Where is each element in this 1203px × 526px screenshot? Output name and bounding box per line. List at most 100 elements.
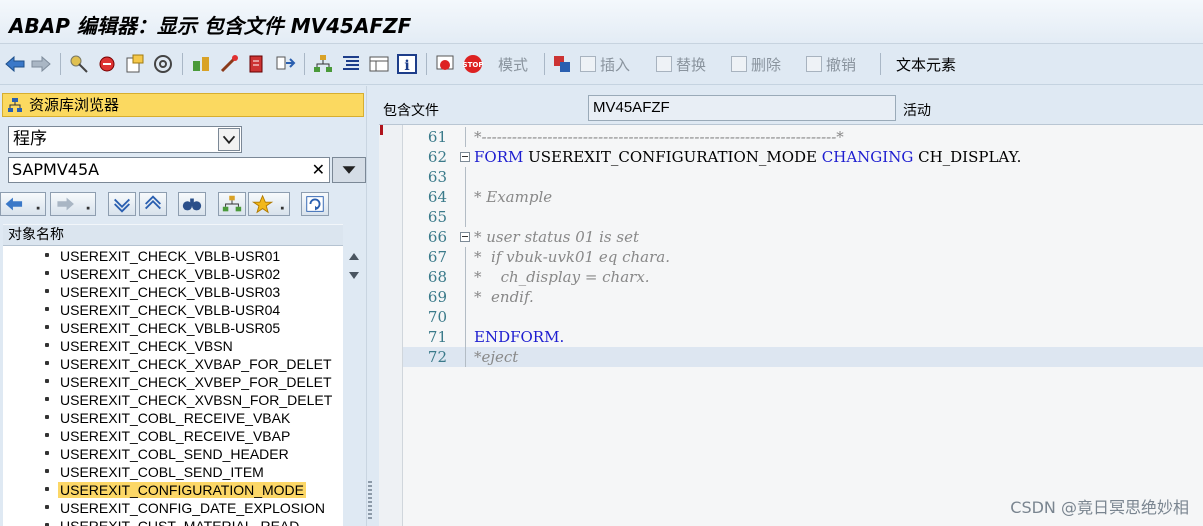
object-tree: USEREXIT_CHECK_VBLB-USR01 USEREXIT_CHECK_… [3, 246, 343, 526]
pretty-printer-icon[interactable] [340, 53, 362, 75]
navigation-icon[interactable] [274, 53, 296, 75]
code-line[interactable]: 68 * ch_display = charx. [403, 267, 1203, 287]
code-line[interactable]: 63 [403, 167, 1203, 187]
test-icon[interactable] [246, 53, 268, 75]
cut-icon[interactable] [551, 53, 573, 75]
tree-item[interactable]: USEREXIT_CHECK_VBLB-USR03 [45, 283, 282, 301]
delete-button[interactable]: 删除 [731, 54, 781, 75]
include-name-field[interactable]: MV45AFZF [588, 95, 896, 121]
code-editor[interactable]: 61 *-------------------------------------… [379, 124, 1203, 526]
collapse-icon[interactable] [139, 192, 167, 216]
bullet-icon [45, 325, 49, 329]
activate-wand-icon[interactable] [218, 53, 240, 75]
set-breakpoint-icon[interactable] [434, 53, 456, 75]
tree-item[interactable]: USEREXIT_CHECK_XVBEP_FOR_DELET [45, 373, 334, 391]
tree-item[interactable]: USEREXIT_CHECK_XVBAP_FOR_DELET [45, 355, 334, 373]
check-syntax-icon[interactable] [190, 53, 212, 75]
back-arrow-icon[interactable] [4, 53, 26, 75]
pane-splitter[interactable] [366, 86, 374, 526]
insert-button[interactable]: 插入 [580, 54, 630, 75]
next-object-icon[interactable] [50, 192, 96, 216]
tree-item[interactable]: USEREXIT_COBL_SEND_HEADER [45, 445, 291, 463]
tree-item[interactable]: USEREXIT_COBL_RECEIVE_VBAK [45, 409, 292, 427]
tree-item-label: USEREXIT_COBL_RECEIVE_VBAP [60, 428, 291, 444]
find-binoculars-icon[interactable] [178, 192, 206, 216]
tree-item[interactable]: USEREXIT_CHECK_VBLB-USR04 [45, 301, 282, 319]
code-text: * ch_display = charx. [474, 267, 650, 287]
tree-item[interactable]: USEREXIT_CHECK_VBLB-USR02 [45, 265, 282, 283]
bullet-icon [45, 343, 49, 347]
tree-item-label: USEREXIT_CONFIGURATION_MODE [58, 482, 306, 498]
fold-toggle-icon[interactable] [460, 232, 470, 242]
code-line[interactable]: 69 * endif. [403, 287, 1203, 307]
code-line[interactable]: 66 * user status 01 is set [403, 227, 1203, 247]
where-used-icon[interactable] [152, 53, 174, 75]
window-list-icon[interactable] [368, 53, 390, 75]
code-line[interactable]: 64 * Example [403, 187, 1203, 207]
scroll-up-icon[interactable] [349, 253, 359, 260]
scroll-down-icon[interactable] [349, 272, 359, 279]
info-icon[interactable]: i [396, 53, 418, 75]
code-comment: * Example [474, 188, 553, 206]
tree-item-label: USEREXIT_CHECK_XVBEP_FOR_DELET [60, 374, 332, 390]
code-line[interactable]: 72 *eject [403, 347, 1203, 367]
line-number: 61 [427, 128, 447, 146]
tree-item[interactable]: USEREXIT_CUST_MATERIAL_READ [45, 517, 301, 526]
editor-pane: 包含文件 MV45AFZF 活动 61 *--------------------… [374, 86, 1203, 526]
tree-item[interactable]: USEREXIT_CHECK_XVBSN_FOR_DELET [45, 391, 334, 409]
code-line[interactable]: 65 [403, 207, 1203, 227]
other-object-icon[interactable] [68, 53, 90, 75]
svg-text:STOP: STOP [463, 61, 484, 69]
stop-breakpoint-icon[interactable]: STOP [462, 53, 484, 75]
repository-browser-title: 资源库浏览器 [29, 96, 120, 114]
code-line[interactable]: 71 ENDFORM. [403, 327, 1203, 347]
code-line[interactable]: 62 FORM USEREXIT_CONFIGURATION_MODE CHANG… [403, 147, 1203, 167]
display-change-icon[interactable] [96, 53, 118, 75]
pattern-button[interactable]: 模式 [498, 54, 528, 75]
tree-item[interactable]: USEREXIT_CHECK_VBLB-USR01 [45, 247, 282, 265]
text-elements-button[interactable]: 文本元素 [896, 54, 956, 75]
insert-icon [580, 56, 596, 72]
code-comment: *---------------------------------------… [474, 128, 844, 146]
tree-scrollbar[interactable] [345, 246, 363, 526]
active-inactive-icon[interactable] [124, 53, 146, 75]
clear-icon[interactable]: ✕ [312, 158, 325, 182]
tree-item[interactable]: USEREXIT_CONFIGURATION_MODE [45, 481, 306, 499]
bullet-icon [45, 361, 49, 365]
tree-item[interactable]: USEREXIT_CHECK_VBSN [45, 337, 235, 355]
code-line[interactable]: 67 * if vbuk-uvk01 eq chara. [403, 247, 1203, 267]
code-keyword: CHANGING [821, 148, 919, 166]
code-comment: *eject [474, 348, 519, 366]
tree-item[interactable]: USEREXIT_COBL_SEND_ITEM [45, 463, 266, 481]
forward-arrow-icon[interactable] [30, 53, 52, 75]
favorites-star-icon[interactable] [248, 192, 290, 216]
object-name-input[interactable]: SAPMV45A ✕ [8, 157, 330, 183]
line-number: 70 [427, 308, 447, 326]
fold-guide [465, 327, 466, 347]
fold-guide [465, 307, 466, 327]
tree-item[interactable]: USEREXIT_CHECK_VBLB-USR05 [45, 319, 282, 337]
replace-button[interactable]: 替换 [656, 54, 706, 75]
code-keyword: ENDFORM. [474, 328, 565, 346]
code-token: CH_DISPLAY. [918, 148, 1022, 166]
object-name-column-header[interactable]: 对象名称 [3, 224, 343, 246]
tree-item[interactable]: USEREXIT_CONFIG_DATE_EXPLOSION [45, 499, 327, 517]
splitter-grip[interactable] [368, 481, 372, 521]
bullet-icon [45, 379, 49, 383]
object-list-icon[interactable] [218, 192, 246, 216]
repository-browser-header[interactable]: 资源库浏览器 [2, 93, 364, 117]
chevron-down-icon[interactable] [218, 128, 240, 151]
object-type-select[interactable]: 程序 [8, 126, 242, 153]
svg-text:i: i [404, 58, 409, 74]
tree-item[interactable]: USEREXIT_COBL_RECEIVE_VBAP [45, 427, 292, 445]
undo-button[interactable]: 撤销 [806, 54, 856, 75]
code-line[interactable]: 61 *-------------------------------------… [403, 127, 1203, 147]
expand-icon[interactable] [108, 192, 136, 216]
refresh-icon[interactable] [301, 192, 329, 216]
previous-object-icon[interactable] [0, 192, 46, 216]
code-line[interactable]: 70 [403, 307, 1203, 327]
bullet-icon [45, 487, 49, 491]
dropdown-button[interactable] [332, 157, 366, 183]
fold-toggle-icon[interactable] [460, 152, 470, 162]
hierarchy-icon[interactable] [312, 53, 334, 75]
